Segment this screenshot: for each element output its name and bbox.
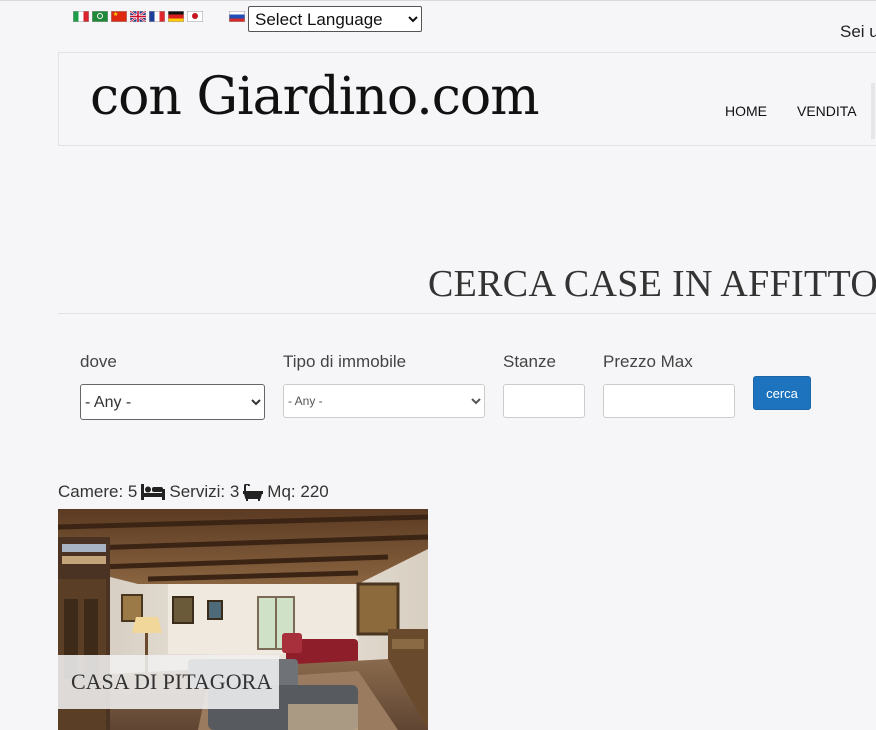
stanze-label: Stanze xyxy=(503,352,556,371)
nav-home[interactable]: HOME xyxy=(725,103,767,119)
site-logo[interactable]: con Giardino.com xyxy=(90,67,540,127)
prezzo-max-input[interactable] xyxy=(603,384,735,418)
nav-divider xyxy=(871,83,875,139)
french-flag-icon[interactable] xyxy=(149,11,165,22)
tipo-label: Tipo di immobile xyxy=(283,352,407,371)
bath-icon xyxy=(243,483,264,501)
dove-select[interactable]: - Any - xyxy=(80,384,265,420)
japanese-flag-icon[interactable] xyxy=(187,11,203,22)
arabic-flag-icon[interactable] xyxy=(92,11,108,22)
russian-flag-icon[interactable] xyxy=(229,11,245,22)
camere-text: Camere: 5 xyxy=(58,482,138,501)
stanze-input[interactable] xyxy=(503,384,585,418)
italian-flag-icon[interactable] xyxy=(73,11,89,22)
listing-card[interactable]: CASA DI PITAGORA xyxy=(58,509,428,730)
english-flag-icon[interactable] xyxy=(130,11,146,22)
language-select[interactable]: Select Language xyxy=(248,6,422,32)
listing-title[interactable]: CASA DI PITAGORA xyxy=(58,655,279,709)
language-flags: ★ xyxy=(73,11,203,22)
bed-icon xyxy=(141,484,166,500)
nav-vendita[interactable]: VENDITA xyxy=(797,103,857,119)
prezzo-label: Prezzo Max xyxy=(603,352,693,371)
cerca-button[interactable]: cerca xyxy=(753,376,811,410)
divider xyxy=(58,313,876,314)
servizi-text: Servizi: 3 xyxy=(169,482,240,501)
mq-text: Mq: 220 xyxy=(267,482,329,501)
user-status-text: Sei u xyxy=(840,22,876,41)
tipo-select[interactable]: - Any - xyxy=(283,384,485,418)
page-title: CERCA CASE IN AFFITTO xyxy=(428,263,876,305)
dove-label: dove xyxy=(80,352,117,371)
top-border xyxy=(0,0,876,1)
listing-meta: Camere: 5 Servizi: 3 Mq: 220 xyxy=(58,482,329,502)
chinese-flag-icon[interactable]: ★ xyxy=(111,11,127,22)
site-header: con Giardino.com HOME VENDITA xyxy=(58,52,876,146)
german-flag-icon[interactable] xyxy=(168,11,184,22)
